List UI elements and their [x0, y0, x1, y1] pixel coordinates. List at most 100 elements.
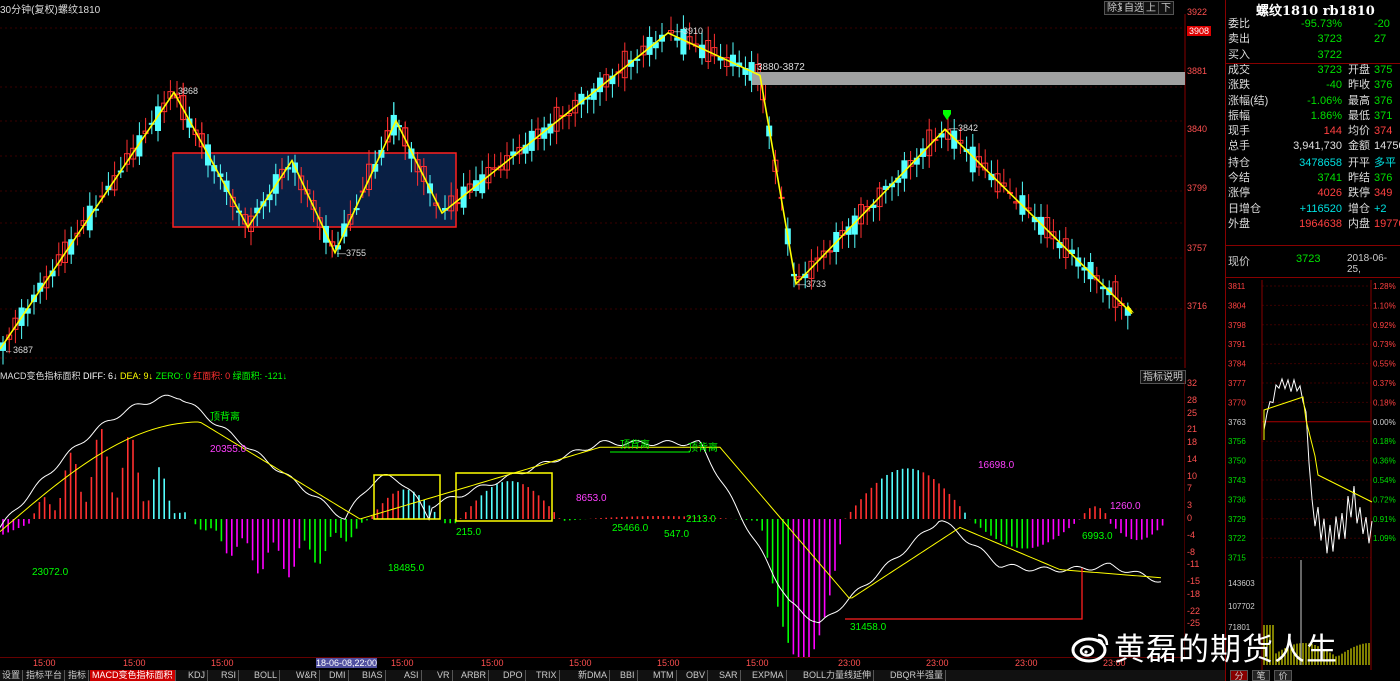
label-resistance: 3880-3872 [757, 62, 805, 73]
time-tick: 15:00 [569, 658, 592, 668]
quote-label: 成交 [1228, 63, 1250, 76]
time-tick: 15:00 [33, 658, 56, 668]
candle-chart[interactable]: ←3687 3868 —3755 —3910 3880-3872 —3733 —3842 [0, 14, 1225, 368]
quote-value: 376 [1374, 94, 1393, 107]
mini-tab[interactable]: 笔 [1252, 670, 1270, 681]
macd-tick: 7 [1187, 483, 1193, 494]
watermark-text: 黄磊的期货人生 [1114, 632, 1338, 668]
quote-row: 涨停 4026 跌停 349 [1226, 186, 1400, 201]
macd-tick: 0 [1187, 513, 1193, 523]
indicator-tab[interactable]: DBQR半强量 [888, 670, 947, 681]
quote-row: 委比 -95.73% -20 [1226, 17, 1400, 32]
prev-button[interactable]: 上 [1143, 1, 1159, 15]
indicator-tab[interactable]: RSI [219, 670, 240, 681]
indicator-tab[interactable]: OBV [684, 670, 709, 681]
time-tick: 15:00 [391, 658, 414, 668]
indicator-tab[interactable]: BOLL [252, 670, 281, 681]
mini-left-tick: 3763 [1228, 418, 1246, 427]
quote-value: 3723 [1317, 33, 1342, 46]
quote-row: 卖出 3723 27 [1226, 32, 1400, 47]
macd-chart[interactable]: 顶背离顶背离 顶背离20355.023072.0 18485.0215.08653.… [0, 381, 1185, 657]
mini-vol-tick: 143603 [1228, 579, 1255, 588]
mini-left-tick: 3770 [1228, 398, 1246, 407]
mini-right-tick: 0.18% [1373, 437, 1396, 446]
quote-label: 最高 [1348, 94, 1370, 107]
diff-line [0, 394, 1162, 624]
price-tick: 3757 [1187, 243, 1208, 253]
macd-axis: 32 28 25 21 18 14 10 7 3 0 -4 -8 -11 -15 -18 -22 -25 [1185, 378, 1225, 657]
indicator-tab[interactable]: MTM [651, 670, 677, 681]
indicator-tab[interactable]: BOLL力量线延伸 [801, 670, 875, 681]
indicator-tab[interactable]: BIAS [360, 670, 386, 681]
indicator-tab[interactable]: 设置 [0, 670, 24, 681]
label-area: 215.0 [456, 527, 481, 538]
indicator-tab[interactable]: W&R [294, 670, 320, 681]
macd-title: MACD变色指标面积 [0, 371, 81, 381]
time-tick: 23:00 [926, 658, 949, 668]
quote-value: 144 [1323, 125, 1342, 138]
indicator-tab[interactable]: DMI [327, 670, 349, 681]
label-top-div: 顶背离 [210, 410, 240, 423]
mini-avg-line [1263, 396, 1373, 503]
intraday-mini-chart[interactable]: 3811 1.28% 3804 1.10% 3798 0.92% 3791 0.73% 3784… [1226, 280, 1400, 670]
indicator-tab[interactable]: KDJ [186, 670, 209, 681]
quote-label: 卖出 [1228, 33, 1250, 46]
quote-label: 昨结 [1348, 172, 1370, 184]
indicator-tab[interactable]: VR [435, 670, 453, 681]
quote-value: 3741 [1317, 172, 1342, 184]
quote-value: 4026 [1317, 187, 1342, 200]
quote-label: 涨幅(结) [1228, 94, 1269, 107]
time-tick: 15:00 [123, 658, 146, 668]
indicator-tab[interactable]: DPO [501, 670, 526, 681]
quote-label: 昨收 [1348, 79, 1370, 92]
macd-tick: -11 [1187, 559, 1200, 570]
now-label: 现价 [1228, 256, 1250, 268]
quote-value: 多平 [1374, 156, 1396, 169]
quote-value: +116520 [1299, 202, 1342, 215]
quote-value: 349 [1374, 187, 1393, 200]
macd-tick: -18 [1187, 588, 1201, 599]
quote-label: 开盘 [1348, 63, 1370, 76]
quote-divider [1226, 245, 1400, 246]
label-peak1: 3868 [178, 86, 198, 96]
macd-zero: ZERO: 0 [155, 371, 191, 381]
label-area: 31458.0 [850, 622, 887, 633]
quote-value: 3478658 [1299, 156, 1342, 169]
quote-label: 持仓 [1228, 156, 1250, 169]
mini-left-tick: 3722 [1228, 534, 1246, 543]
quote-label: 总手 [1228, 140, 1250, 153]
indicator-tab[interactable]: ARBR [459, 670, 490, 681]
down-arrow-icon [943, 110, 951, 114]
indicator-tab[interactable]: MACD变色指标面积 [90, 670, 176, 681]
macd-tick: 14 [1187, 453, 1198, 464]
indicator-tab[interactable]: 指标 [66, 670, 90, 681]
indicator-tab[interactable]: SAR [717, 670, 741, 681]
mini-tab[interactable]: 价 [1274, 670, 1292, 681]
now-date: 2018-06-25, [1347, 253, 1388, 275]
mini-left-tick: 3791 [1228, 340, 1246, 349]
indicator-tab[interactable]: 新DMA [576, 670, 610, 681]
trading-window: 30分钟(复权) 螺纹1810 除复权 自选 上 下 ←36873868—375… [0, 0, 1400, 681]
mini-left-tick: 3804 [1228, 301, 1246, 310]
next-button[interactable]: 下 [1158, 1, 1174, 15]
indicator-tab[interactable]: ASI [402, 670, 422, 681]
time-tick: 15:00 [746, 658, 769, 668]
indicator-tab[interactable]: EXPMA [750, 670, 787, 681]
mini-tab[interactable]: 分 [1230, 670, 1248, 681]
label-area: 2113.0 [686, 514, 716, 525]
quote-row: 日增仓 +116520 增仓 +2 [1226, 202, 1400, 217]
mini-right-tick: 0.00% [1373, 418, 1396, 427]
quote-value: -95.73% [1301, 18, 1342, 30]
weibo-icon [1070, 631, 1110, 663]
quote-value: 3722 [1317, 48, 1342, 61]
indicator-tab[interactable]: TRIX [534, 670, 560, 681]
indicator-tab[interactable]: 指标平台 [24, 670, 66, 681]
price-tick: 3881 [1187, 66, 1208, 76]
quote-row: 涨幅(结) -1.06% 最高 376 [1226, 94, 1400, 109]
mini-left-tick: 3777 [1228, 379, 1246, 388]
quote-row: 总手 3,941,730 金额 14750 [1226, 139, 1400, 154]
label-area: 18485.0 [388, 563, 425, 574]
indicator-tab[interactable]: BBI [618, 670, 638, 681]
macd-red-area: 红面积: 0 [193, 371, 231, 381]
macd-diff: DIFF: 6↓ [83, 371, 118, 381]
